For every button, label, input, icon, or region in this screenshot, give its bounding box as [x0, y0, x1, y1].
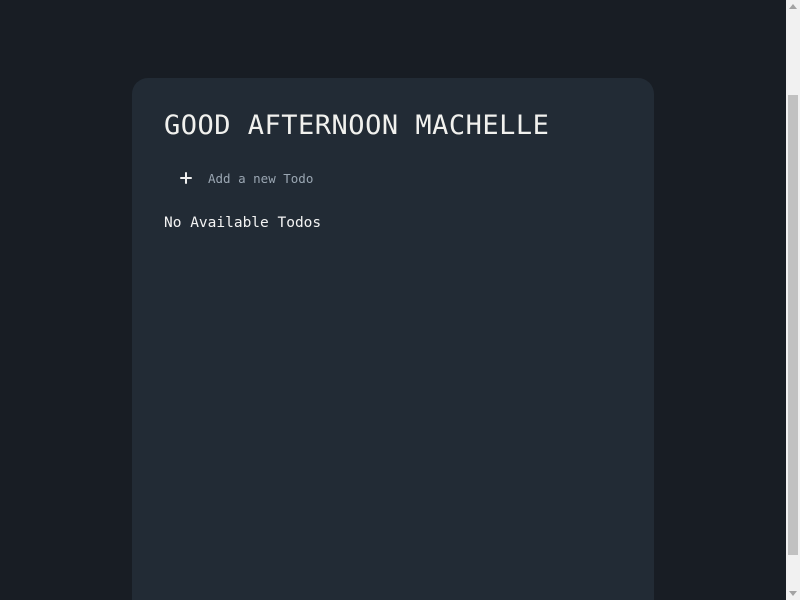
scroll-up-arrow-icon[interactable] [789, 4, 797, 9]
scroll-down-arrow-icon[interactable] [789, 591, 797, 596]
vertical-scrollbar[interactable] [786, 0, 800, 600]
greeting-title: GOOD AFTERNOON MACHELLE [164, 110, 550, 141]
empty-todos-message: No Available Todos [164, 215, 322, 231]
add-todo-row[interactable] [172, 164, 612, 192]
scrollbar-thumb[interactable] [788, 95, 798, 555]
todo-card: GOOD AFTERNOON MACHELLE No Available Tod… [132, 78, 654, 600]
plus-icon[interactable] [172, 164, 200, 192]
page-background: GOOD AFTERNOON MACHELLE No Available Tod… [0, 0, 786, 600]
new-todo-input[interactable] [208, 166, 612, 190]
